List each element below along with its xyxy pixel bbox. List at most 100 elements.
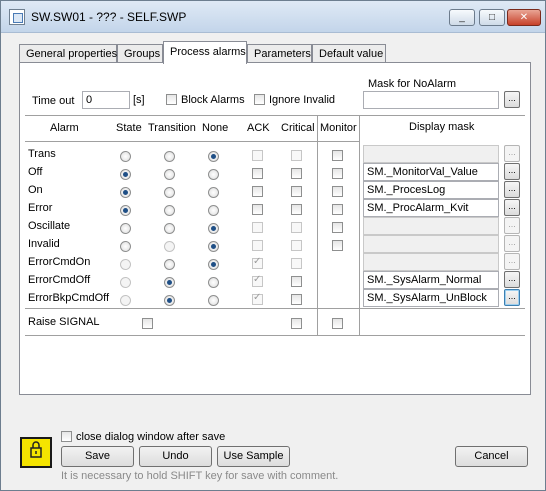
header-none: None xyxy=(202,122,229,134)
trans-state-radio[interactable] xyxy=(120,151,131,162)
oscillate-state-radio[interactable] xyxy=(120,223,131,234)
use-sample-button[interactable]: Use Sample xyxy=(217,446,290,467)
invalid-mask-browse-button: ... xyxy=(504,235,520,252)
mask-noalarm-browse-button[interactable]: ... xyxy=(504,91,520,108)
errorcmdon-transition-radio[interactable] xyxy=(164,259,175,270)
block-alarms-checkbox[interactable] xyxy=(166,94,177,105)
block-alarms-label: Block Alarms xyxy=(181,94,245,106)
invalid-state-radio[interactable] xyxy=(120,241,131,252)
errorbkpcmdoff-none-radio[interactable] xyxy=(208,295,219,306)
oscillate-transition-radio[interactable] xyxy=(164,223,175,234)
errorcmdon-mask-browse-button: ... xyxy=(504,253,520,270)
off-critical-checkbox[interactable] xyxy=(291,168,302,179)
errorcmdoff-critical-checkbox[interactable] xyxy=(291,276,302,287)
off-transition-radio[interactable] xyxy=(164,169,175,180)
trans-transition-radio[interactable] xyxy=(164,151,175,162)
off-state-radio[interactable] xyxy=(120,169,131,180)
off-monitor-checkbox[interactable] xyxy=(332,168,343,179)
grid-line xyxy=(359,115,525,116)
on-none-radio[interactable] xyxy=(208,187,219,198)
errorcmdoff-none-radio[interactable] xyxy=(208,277,219,288)
maximize-button[interactable]: □ xyxy=(479,9,505,26)
on-critical-checkbox[interactable] xyxy=(291,186,302,197)
close-after-save-checkbox[interactable] xyxy=(61,431,72,442)
grid-line xyxy=(359,116,360,335)
raise-signal-label: Raise SIGNAL xyxy=(28,316,100,328)
alarm-name-error: Error xyxy=(28,202,53,214)
oscillate-critical-checkbox xyxy=(291,222,302,233)
on-state-radio[interactable] xyxy=(120,187,131,198)
mask-noalarm-input[interactable] xyxy=(363,91,499,109)
errorbkpcmdoff-mask-browse-button[interactable]: ... xyxy=(504,289,520,306)
error-display-mask-field[interactable]: SM._ProcAlarm_Kvit xyxy=(363,199,499,217)
title-bar: SW.SW01 - ??? - SELF.SWP _ □ ✕ xyxy=(1,1,545,33)
ignore-invalid-checkbox[interactable] xyxy=(254,94,265,105)
undo-button[interactable]: Undo xyxy=(139,446,212,467)
error-state-radio[interactable] xyxy=(120,205,131,216)
save-button[interactable]: Save xyxy=(61,446,134,467)
errorbkpcmdoff-state-radio xyxy=(120,295,131,306)
invalid-transition-radio xyxy=(164,241,175,252)
on-monitor-checkbox[interactable] xyxy=(332,186,343,197)
invalid-none-radio[interactable] xyxy=(208,241,219,252)
invalid-monitor-checkbox[interactable] xyxy=(332,240,343,251)
tab-default-value[interactable]: Default value xyxy=(312,44,386,63)
raise-signal-critical-checkbox[interactable] xyxy=(291,318,302,329)
errorcmdoff-display-mask-field[interactable]: SM._SysAlarm_Normal xyxy=(363,271,499,289)
off-none-radio[interactable] xyxy=(208,169,219,180)
on-display-mask-field[interactable]: SM._ProcesLog xyxy=(363,181,499,199)
on-transition-radio[interactable] xyxy=(164,187,175,198)
error-ack-checkbox[interactable] xyxy=(252,204,263,215)
header-ack: ACK xyxy=(247,122,270,134)
oscillate-ack-checkbox xyxy=(252,222,263,233)
oscillate-monitor-checkbox[interactable] xyxy=(332,222,343,233)
app-window-icon xyxy=(9,9,25,25)
tab-process-alarms[interactable]: Process alarms xyxy=(163,41,247,64)
error-transition-radio[interactable] xyxy=(164,205,175,216)
trans-critical-checkbox xyxy=(291,150,302,161)
off-ack-checkbox[interactable] xyxy=(252,168,263,179)
errorbkpcmdoff-critical-checkbox[interactable] xyxy=(291,294,302,305)
errorbkpcmdoff-ack-checkbox xyxy=(252,292,263,305)
raise-signal-state-checkbox[interactable] xyxy=(142,318,153,329)
trans-monitor-checkbox[interactable] xyxy=(332,150,343,161)
minimize-button[interactable]: _ xyxy=(449,9,475,26)
header-critical: Critical xyxy=(281,122,315,134)
tab-general-properties[interactable]: General properties xyxy=(19,44,117,63)
raise-signal-monitor-checkbox[interactable] xyxy=(332,318,343,329)
cancel-button[interactable]: Cancel xyxy=(455,446,528,467)
alarm-name-off: Off xyxy=(28,166,43,178)
timeout-label: Time out xyxy=(32,95,75,107)
off-mask-browse-button[interactable]: ... xyxy=(504,163,520,180)
on-ack-checkbox[interactable] xyxy=(252,186,263,197)
error-none-radio[interactable] xyxy=(208,205,219,216)
errorcmdoff-mask-browse-button[interactable]: ... xyxy=(504,271,520,288)
grid-line xyxy=(25,335,525,336)
oscillate-none-radio[interactable] xyxy=(208,223,219,234)
timeout-input[interactable]: 0 xyxy=(82,91,130,109)
off-display-mask-field[interactable]: SM._MonitorVal_Value xyxy=(363,163,499,181)
trans-display-mask-field xyxy=(363,145,499,163)
shift-hint-text: It is necessary to hold SHIFT key for sa… xyxy=(61,470,339,482)
error-mask-browse-button[interactable]: ... xyxy=(504,199,520,216)
error-monitor-checkbox[interactable] xyxy=(332,204,343,215)
tab-groups[interactable]: Groups xyxy=(117,44,163,63)
lock-icon[interactable] xyxy=(20,437,52,468)
close-button[interactable]: ✕ xyxy=(507,9,541,26)
errorbkpcmdoff-display-mask-field[interactable]: SM._SysAlarm_UnBlock xyxy=(363,289,499,307)
alarm-name-on: On xyxy=(28,184,43,196)
on-mask-browse-button[interactable]: ... xyxy=(504,181,520,198)
alarm-name-errorbkpcmdoff: ErrorBkpCmdOff xyxy=(28,292,110,304)
oscillate-mask-browse-button: ... xyxy=(504,217,520,234)
header-monitor: Monitor xyxy=(320,122,357,134)
trans-ack-checkbox xyxy=(252,150,263,161)
errorcmdoff-transition-radio[interactable] xyxy=(164,277,175,288)
errorcmdon-none-radio[interactable] xyxy=(208,259,219,270)
error-critical-checkbox[interactable] xyxy=(291,204,302,215)
tab-parameters[interactable]: Parameters xyxy=(247,44,312,63)
grid-line xyxy=(317,116,318,335)
errorbkpcmdoff-transition-radio[interactable] xyxy=(164,295,175,306)
trans-none-radio[interactable] xyxy=(208,151,219,162)
alarm-name-trans: Trans xyxy=(28,148,56,160)
timeout-unit: [s] xyxy=(133,94,145,106)
